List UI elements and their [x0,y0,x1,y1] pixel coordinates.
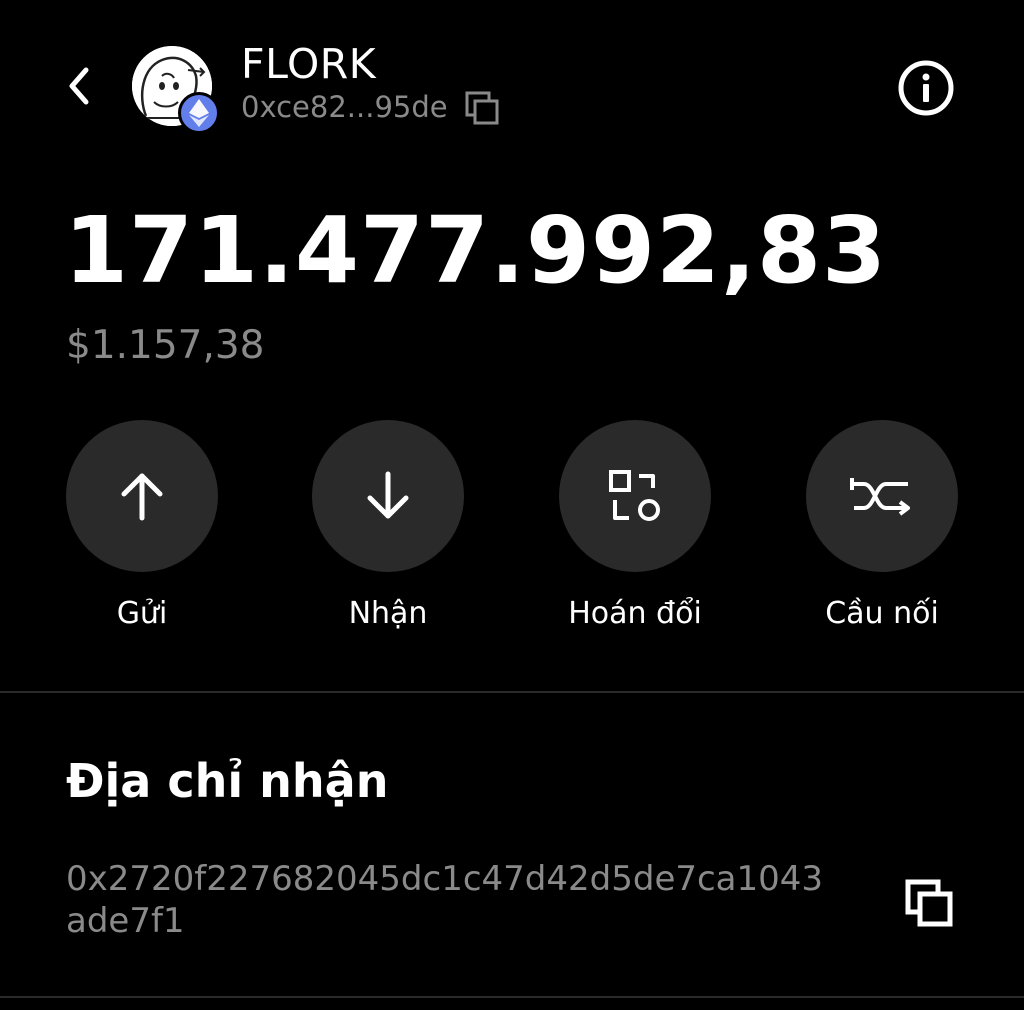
divider [0,996,1024,998]
swap-icon [609,470,660,521]
bridge-button[interactable] [806,420,958,572]
receive-address-line-2: ade7f1 [66,901,185,941]
token-balance: 171.477.992,83 [64,197,887,304]
send-label: Gửi [116,596,168,631]
arrow-down-icon [367,471,409,519]
send-button[interactable] [66,420,218,572]
receive-label: Nhận [348,596,428,631]
token-avatar [132,46,224,136]
divider [0,691,1024,693]
ethereum-badge [178,92,220,134]
copy-contract-button[interactable] [464,90,502,128]
swap-button[interactable] [559,420,711,572]
back-button[interactable] [52,58,108,114]
info-icon [898,60,954,116]
fiat-balance: $1.157,38 [66,323,265,368]
chevron-left-icon [69,67,89,105]
arrow-up-icon [121,473,163,521]
token-name: FLORK [241,40,377,88]
bridge-label: Cầu nối [825,596,939,631]
bridge-icon [850,478,910,516]
copy-icon [905,879,953,927]
copy-icon [465,91,499,125]
copy-receive-address-button[interactable] [898,874,960,936]
ethereum-icon [189,99,209,127]
receive-button[interactable] [312,420,464,572]
info-button[interactable] [896,58,956,118]
receive-address-line-1: 0x2720f227682045dc1c47d42d5de7ca1043 [66,859,824,899]
swap-label: Hoán đổi [568,596,702,631]
receive-address: 0x2720f227682045dc1c47d42d5de7ca1043 ade… [66,858,856,942]
receive-address-title: Địa chỉ nhận [66,754,389,808]
token-contract-address: 0xce82...95de [241,90,448,124]
